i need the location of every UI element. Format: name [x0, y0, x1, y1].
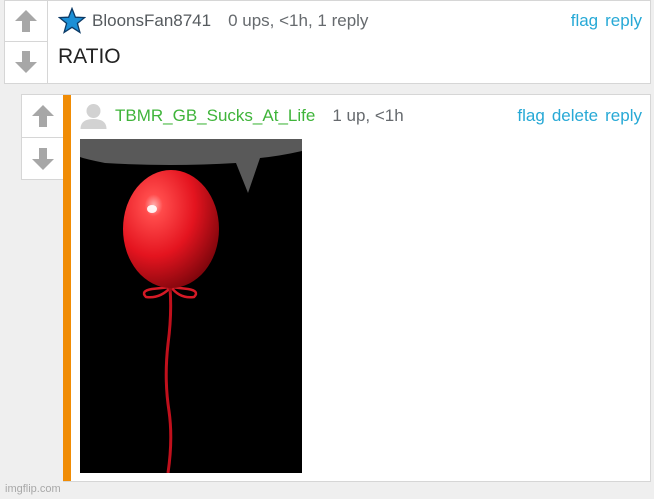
downvote-button[interactable] [5, 41, 47, 82]
up-arrow-icon [15, 10, 37, 32]
downvote-button[interactable] [22, 137, 64, 180]
comment-1: BloonsFan8741 0 ups, <1h, 1 reply flag r… [4, 0, 651, 84]
delete-link[interactable]: delete [552, 106, 598, 126]
down-arrow-icon [15, 51, 37, 73]
upvote-button[interactable] [5, 1, 47, 41]
comment-text: RATIO [58, 45, 121, 68]
comment-image[interactable] [80, 139, 302, 473]
comment-meta: 1 up, <1h [332, 105, 404, 125]
comment-header: BloonsFan8741 0 ups, <1h, 1 reply [58, 7, 368, 35]
imgflip-watermark: imgflip.com [5, 483, 61, 495]
upvote-button[interactable] [22, 95, 64, 137]
reply-vote-column [21, 94, 65, 180]
up-arrow-icon [32, 105, 54, 127]
flag-link[interactable]: flag [517, 106, 544, 126]
reply-link[interactable]: reply [605, 106, 642, 126]
down-arrow-icon [32, 148, 54, 170]
flag-link[interactable]: flag [571, 11, 598, 31]
comment-username[interactable]: TBMR_GB_Sucks_At_Life [115, 106, 315, 126]
comment-reply: TBMR_GB_Sucks_At_Life 1 up, <1h flag del… [63, 94, 651, 482]
vote-column [5, 1, 48, 83]
red-balloon-image [80, 139, 302, 473]
comment-actions: flag delete reply [517, 106, 642, 126]
comment-header: TBMR_GB_Sucks_At_Life 1 up, <1h [80, 102, 404, 129]
avatar-placeholder-icon [80, 104, 107, 129]
comment-actions: flag reply [571, 11, 642, 31]
comment-meta: 0 ups, <1h, 1 reply [228, 11, 369, 30]
blue-star-icon [58, 7, 86, 34]
comment-username[interactable]: BloonsFan8741 [92, 11, 211, 31]
own-comment-accent-bar [63, 95, 71, 481]
reply-link[interactable]: reply [605, 11, 642, 31]
